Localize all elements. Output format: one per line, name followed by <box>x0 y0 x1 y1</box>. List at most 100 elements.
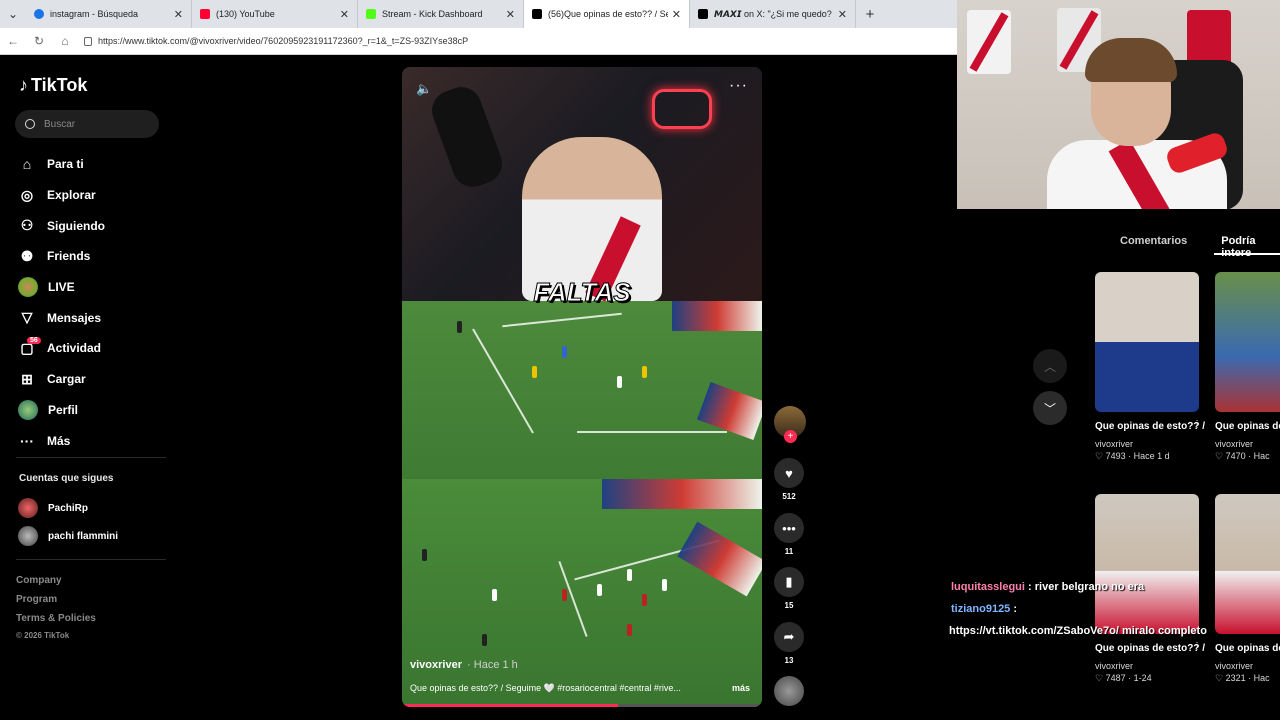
tab-title: instagram - Búsqueda <box>50 9 139 19</box>
browser-tab[interactable]: instagram - Búsqueda ✕ <box>26 0 192 28</box>
card-author[interactable]: vivoxriver <box>1095 661 1205 671</box>
video-more-icon[interactable]: ··· <box>729 77 748 95</box>
card-author[interactable]: vivoxriver <box>1215 661 1280 671</box>
nav-item-mas[interactable]: ··· Más <box>18 425 168 456</box>
close-tab-icon[interactable]: ✕ <box>174 8 183 21</box>
card-author[interactable]: vivoxriver <box>1215 439 1280 449</box>
search-icon <box>25 119 35 129</box>
url-field[interactable]: https://www.tiktok.com/@vivoxriver/video… <box>84 36 468 46</box>
home-browser-icon[interactable]: ⌂ <box>52 34 78 48</box>
avatar <box>18 526 38 546</box>
nav-item-siguiendo[interactable]: ⚇ Siguiendo <box>18 210 168 241</box>
video-thumbnail[interactable] <box>1095 494 1199 634</box>
youtube-favicon-icon <box>200 9 210 19</box>
wall-jersey <box>967 10 1011 74</box>
close-tab-icon[interactable]: ✕ <box>340 8 349 21</box>
activity-badge: 56 <box>27 337 41 345</box>
card-title[interactable]: Que opinas de esto?? / Seguime... <box>1215 419 1280 435</box>
nav-item-friends[interactable]: ⚉ Friends <box>18 241 168 272</box>
recommended-video-card[interactable]: Que opinas de esto?? / Seguime... vivoxr… <box>1215 272 1280 462</box>
card-more-icon[interactable]: ⋮ <box>1192 641 1202 652</box>
brand-name: TikTok <box>31 75 88 95</box>
video-player[interactable]: FALTAS 🔈 ··· vivoxriver · Hace 1 h Que o… <box>402 67 762 707</box>
card-title[interactable]: Que opinas de esto?? / Seguime... <box>1095 419 1205 435</box>
video-author-name[interactable]: vivoxriver <box>410 659 462 671</box>
friends-icon: ⚉ <box>20 247 34 264</box>
browser-tab[interactable]: (130) YouTube ✕ <box>192 0 358 28</box>
browser-tab-bar: ⌄ instagram - Búsqueda ✕ (130) YouTube ✕… <box>0 0 958 28</box>
next-video-button[interactable]: ﹀ <box>1033 391 1067 425</box>
main-nav: ⌂ Para ti ◎ Explorar ⚇ Siguiendo ⚉ Frien… <box>18 149 168 456</box>
card-stats: ♡ 7487 · 1-24 <box>1095 673 1152 683</box>
nav-item-actividad[interactable]: ▢ 56 Actividad <box>18 333 168 364</box>
chat-text: : <box>1013 603 1018 615</box>
active-tab-indicator <box>1214 253 1280 255</box>
card-title[interactable]: Que opinas de el partido?? /... <box>1215 641 1280 657</box>
recommended-video-card[interactable]: Que opinas de esto?? / Seguime... vivoxr… <box>1095 272 1205 462</box>
nav-label: Mensajes <box>47 310 102 325</box>
share-icon: ➦ <box>774 622 804 652</box>
following-item[interactable]: pachi flammini <box>18 526 118 546</box>
nav-label: Siguiendo <box>47 218 105 233</box>
tab-comentarios[interactable]: Comentarios <box>1120 235 1187 259</box>
nav-label: LIVE <box>48 280 75 295</box>
tab-title: Stream - Kick Dashboard <box>382 9 483 19</box>
nav-item-para-ti[interactable]: ⌂ Para ti <box>18 149 168 180</box>
video-author[interactable]: vivoxriver · Hace 1 h <box>410 659 518 671</box>
like-button[interactable]: ♥ 512 <box>774 458 804 501</box>
comment-button[interactable]: ••• 11 <box>774 513 804 556</box>
reload-icon[interactable]: ↻ <box>26 34 52 48</box>
nav-label: Actividad <box>47 341 102 356</box>
chevron-up-icon: ︿ <box>1043 359 1056 374</box>
card-stats: ♡ 2321 · Hac <box>1215 673 1270 683</box>
home-icon: ⌂ <box>22 156 32 173</box>
close-tab-icon[interactable]: ✕ <box>838 8 847 21</box>
previous-video-button[interactable]: ︿ <box>1033 349 1067 383</box>
card-author[interactable]: vivoxriver <box>1095 439 1205 449</box>
volume-icon[interactable]: 🔈 <box>416 81 432 97</box>
footer-terms-link[interactable]: Terms & Policies <box>16 613 96 624</box>
nav-item-live[interactable]: LIVE <box>18 272 168 303</box>
following-section-title: Cuentas que sigues <box>19 473 114 484</box>
chat-username: luquitasslegui <box>951 581 1025 593</box>
browser-tab[interactable]: Stream - Kick Dashboard ✕ <box>358 0 524 28</box>
tab-search-dropdown-icon[interactable]: ⌄ <box>0 0 26 28</box>
video-description-more[interactable]: más <box>732 683 750 693</box>
nav-item-mensajes[interactable]: ▽ Mensajes <box>18 302 168 333</box>
new-tab-icon[interactable]: + <box>856 6 884 23</box>
follow-plus-icon[interactable]: + <box>784 430 797 443</box>
search-favicon-icon <box>34 9 44 19</box>
video-description: Que opinas de esto?? / Seguime 🤍 #rosari… <box>410 683 681 693</box>
card-title[interactable]: Que opinas de esto?? / Seguime... <box>1095 641 1205 657</box>
back-icon[interactable]: ← <box>0 34 26 48</box>
site-info-icon[interactable] <box>84 36 92 46</box>
music-disc-button[interactable] <box>774 676 804 706</box>
browser-tab-active[interactable]: (56)Que opinas de esto?? / Seguim ✕ <box>524 0 690 28</box>
nav-label: Explorar <box>47 188 96 203</box>
video-progress-bar[interactable] <box>402 704 762 707</box>
footer-company-link[interactable]: Company <box>16 575 62 586</box>
video-thumbnail[interactable] <box>1095 272 1199 412</box>
nav-label: Perfil <box>48 402 79 417</box>
search-input[interactable]: Buscar <box>15 110 159 138</box>
webcam-hair <box>1085 38 1177 82</box>
close-tab-icon[interactable]: ✕ <box>506 8 515 21</box>
x-favicon-icon <box>698 9 708 19</box>
save-button[interactable]: ▮ 15 <box>774 567 804 610</box>
tiktok-logo[interactable]: ♪ TikTok <box>19 75 87 96</box>
nav-item-perfil[interactable]: Perfil <box>18 395 168 426</box>
footer-program-link[interactable]: Program <box>16 594 57 605</box>
browser-tab[interactable]: 𝙈𝘼𝙓𝙄 on X: "¿Si me quedo? Y cre ✕ <box>690 0 856 28</box>
card-more-icon[interactable]: ⋮ <box>1192 419 1202 430</box>
nav-item-cargar[interactable]: ⊞ Cargar <box>18 364 168 395</box>
close-tab-icon[interactable]: ✕ <box>672 8 681 21</box>
author-avatar-button[interactable]: + <box>774 406 806 443</box>
divider <box>16 559 166 560</box>
nav-item-explorar[interactable]: ◎ Explorar <box>18 180 168 211</box>
tab-podria-interesar[interactable]: Podría intere <box>1221 235 1255 259</box>
recommended-video-card[interactable]: Que opinas de el partido?? /... vivoxriv… <box>1215 494 1280 684</box>
share-button[interactable]: ➦ 13 <box>774 622 804 665</box>
following-item[interactable]: PachiRp <box>18 498 88 518</box>
video-thumbnail[interactable] <box>1215 494 1280 634</box>
video-thumbnail[interactable] <box>1215 272 1280 412</box>
